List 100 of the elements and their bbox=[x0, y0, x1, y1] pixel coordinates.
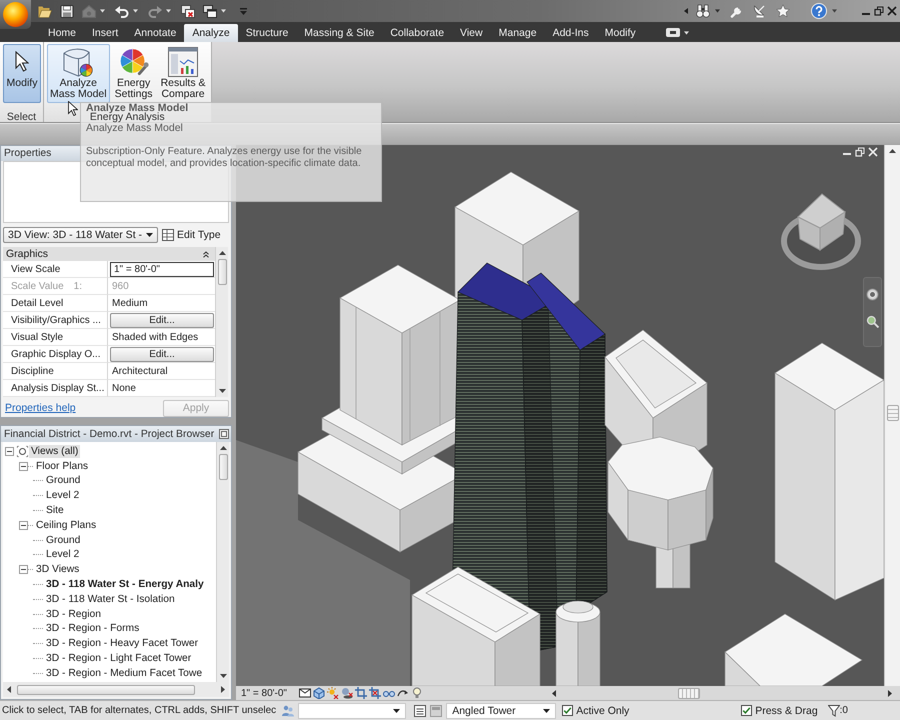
tree-item[interactable]: Views (all) bbox=[29, 444, 80, 458]
ribbon-tab[interactable]: Modify bbox=[596, 24, 644, 42]
tree-item[interactable]: Ground bbox=[44, 534, 82, 547]
ribbon-button[interactable]: Analyze Mass Model bbox=[47, 44, 110, 103]
properties-help-link[interactable]: Properties help bbox=[5, 402, 76, 414]
vertical-scrollbar[interactable] bbox=[884, 145, 900, 686]
filter-icon[interactable] bbox=[828, 704, 840, 716]
list-window-icon[interactable] bbox=[414, 704, 426, 716]
windows-icon[interactable] bbox=[203, 4, 217, 18]
shadow-icon[interactable] bbox=[340, 687, 353, 699]
minus-box-icon[interactable] bbox=[5, 446, 14, 456]
ribbon-tab[interactable]: View bbox=[452, 24, 491, 42]
ribbon-button[interactable]: Results & Compare bbox=[158, 44, 208, 103]
cube-on-ring-icon[interactable] bbox=[780, 193, 862, 271]
design-option-dropdown[interactable]: Angled Tower bbox=[446, 702, 556, 718]
minus-box-icon[interactable] bbox=[19, 520, 28, 530]
crop-x-icon[interactable] bbox=[368, 687, 381, 699]
scroll-right-icon[interactable] bbox=[888, 690, 892, 696]
tree-item[interactable]: 3D - 118 Water St - Energy Analy bbox=[44, 578, 206, 592]
scroll-up-icon[interactable] bbox=[889, 149, 896, 153]
scroll-down-icon[interactable] bbox=[220, 674, 226, 678]
tree-item[interactable]: 3D - 118 Water St - Isolation bbox=[44, 592, 177, 606]
satellite-dish-icon[interactable] bbox=[753, 4, 767, 18]
edit-type-button[interactable]: Edit Type bbox=[162, 229, 221, 241]
ribbon-tab[interactable]: Home bbox=[40, 24, 84, 42]
ribbon-button[interactable]: Energy Settings bbox=[112, 44, 156, 103]
caret-icon[interactable] bbox=[100, 9, 105, 13]
ring-icon[interactable] bbox=[866, 288, 879, 301]
tree-item[interactable]: 3D - Region - Forms bbox=[44, 622, 142, 636]
property-value[interactable]: Shaded with Edges bbox=[110, 332, 198, 342]
property-value[interactable]: Medium bbox=[110, 298, 148, 308]
tree-item[interactable]: 3D - Region - Light Facet Tower bbox=[44, 652, 194, 666]
minus-box-icon[interactable] bbox=[19, 462, 28, 471]
magnifier-icon[interactable] bbox=[866, 315, 879, 328]
ribbon-tab[interactable]: Structure bbox=[238, 24, 296, 42]
scrollbar-thumb[interactable] bbox=[218, 259, 226, 285]
property-value[interactable]: Architectural bbox=[110, 366, 168, 376]
rounded-box-icon[interactable] bbox=[666, 28, 680, 37]
help-icon[interactable] bbox=[811, 3, 827, 19]
scrollbar-thumb[interactable] bbox=[886, 405, 898, 421]
undo-icon[interactable] bbox=[115, 4, 129, 18]
binoculars-icon[interactable] bbox=[696, 4, 710, 18]
save-icon[interactable] bbox=[60, 4, 74, 18]
scroll-left-icon[interactable] bbox=[552, 690, 556, 696]
vertical-scrollbar[interactable] bbox=[216, 442, 229, 682]
tree-item[interactable]: Floor Plans bbox=[34, 460, 90, 473]
tree-item[interactable]: 3D - Region bbox=[44, 608, 103, 621]
cube-icon[interactable] bbox=[312, 687, 325, 699]
group-header[interactable]: Graphics bbox=[3, 247, 215, 261]
tree-item[interactable]: 3D - Region - Medium Facet Towe bbox=[44, 666, 204, 680]
close-icon[interactable] bbox=[887, 6, 897, 16]
ribbon-button[interactable]: Modify bbox=[3, 44, 41, 103]
scrollbar-thumb[interactable] bbox=[218, 454, 228, 480]
ribbon-tab[interactable]: Manage bbox=[490, 24, 545, 42]
caret-icon[interactable] bbox=[684, 31, 689, 35]
scroll-up-icon[interactable] bbox=[220, 446, 226, 450]
scrollbar-thumb[interactable] bbox=[17, 684, 195, 694]
windows-x-icon[interactable] bbox=[181, 4, 195, 18]
edit-button[interactable]: Edit... bbox=[110, 312, 214, 328]
restore-icon[interactable] bbox=[874, 6, 884, 16]
view-scale[interactable]: 1" = 80'-0" bbox=[241, 688, 287, 698]
caret-icon[interactable] bbox=[221, 9, 226, 13]
horizontal-scrollbar[interactable] bbox=[3, 682, 229, 697]
type-selector-dropdown[interactable]: 3D View: 3D - 118 Water St - bbox=[3, 227, 158, 243]
scroll-down-icon[interactable] bbox=[218, 389, 226, 393]
tree-item[interactable]: Level 2 bbox=[44, 489, 82, 502]
star-icon[interactable] bbox=[776, 4, 790, 18]
ribbon-tab[interactable]: Massing & Site bbox=[296, 24, 382, 42]
ribbon-tab[interactable]: Annotate bbox=[126, 24, 184, 42]
caret-icon[interactable] bbox=[715, 9, 720, 13]
tree-item[interactable]: 3D Views bbox=[34, 563, 82, 576]
lightbulb-icon[interactable] bbox=[410, 687, 423, 699]
scroll-up-icon[interactable] bbox=[218, 251, 226, 255]
sun-icon[interactable] bbox=[326, 687, 339, 699]
triangle-left-icon[interactable] bbox=[684, 8, 688, 14]
ribbon-tab[interactable]: Collaborate bbox=[382, 24, 452, 42]
caret-icon[interactable] bbox=[166, 9, 171, 13]
crop-icon[interactable] bbox=[354, 687, 367, 699]
tree-item[interactable]: Site bbox=[44, 504, 66, 518]
ribbon-tab[interactable]: Add-Ins bbox=[544, 24, 597, 42]
active-only-checkbox[interactable]: Active Only bbox=[562, 704, 630, 716]
press-drag-checkbox[interactable]: Press & Drag bbox=[741, 704, 818, 716]
application-menu-button[interactable] bbox=[0, 0, 31, 29]
tree-item[interactable]: Ground bbox=[44, 474, 82, 488]
tree-item[interactable]: 3D - Region - Heavy Facet Tower bbox=[44, 637, 200, 650]
caret-icon[interactable] bbox=[133, 9, 138, 13]
scroll-left-icon[interactable] bbox=[7, 686, 11, 693]
scroll-right-icon[interactable] bbox=[221, 686, 225, 693]
ribbon-tab[interactable]: Insert bbox=[84, 24, 126, 42]
minus-box-icon[interactable] bbox=[19, 565, 28, 574]
scrollbar-thumb[interactable] bbox=[678, 688, 700, 698]
edit-button[interactable]: Edit... bbox=[110, 346, 214, 362]
ribbon-tab[interactable]: Analyze bbox=[184, 24, 238, 42]
caret-icon[interactable] bbox=[832, 9, 837, 13]
restore-icon[interactable] bbox=[855, 147, 865, 157]
input-field[interactable]: 1" = 80'-0" bbox=[110, 262, 214, 276]
envelope-icon[interactable] bbox=[298, 687, 311, 699]
property-value[interactable]: None bbox=[110, 382, 136, 394]
tree-item[interactable]: Ceiling Plans bbox=[34, 518, 98, 532]
tree-item[interactable]: Level 2 bbox=[44, 548, 82, 562]
